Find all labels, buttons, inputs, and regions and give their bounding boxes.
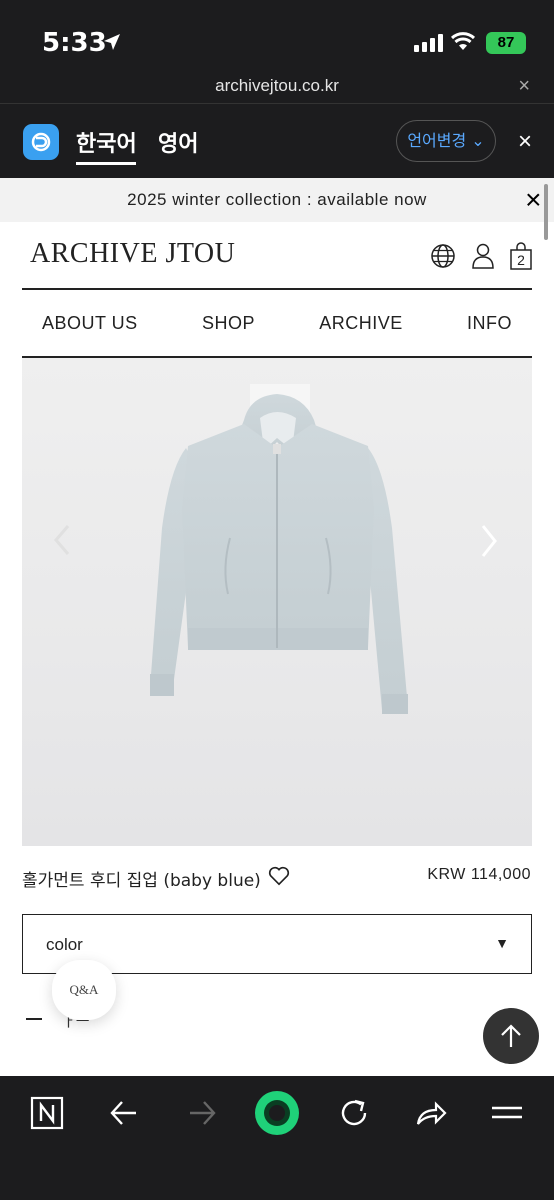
product-price: KRW 114,000	[427, 866, 531, 883]
translate-bar: 한국어 영어 언어변경 ⌄ ×	[0, 104, 554, 178]
arrow-up-icon	[501, 1024, 521, 1047]
qa-button[interactable]: Q&A	[52, 960, 116, 1020]
url-text: archivejtou.co.kr	[215, 76, 339, 95]
scrollbar[interactable]	[544, 184, 548, 240]
n-icon[interactable]	[30, 1096, 64, 1130]
forward-icon[interactable]	[186, 1096, 218, 1130]
language-change-button[interactable]: 언어변경 ⌄	[396, 120, 496, 162]
share-icon[interactable]	[414, 1096, 448, 1130]
refresh-icon[interactable]	[338, 1096, 370, 1130]
product-image[interactable]	[22, 358, 532, 846]
tab-korean[interactable]: 한국어	[76, 126, 137, 158]
record-icon[interactable]	[254, 1090, 300, 1136]
wifi-icon	[450, 32, 476, 50]
signal-icon	[414, 34, 443, 52]
nav-archive[interactable]: ARCHIVE	[319, 313, 403, 334]
browser-bottom-bar	[0, 1076, 554, 1200]
site-logo[interactable]: ARCHIVE JTOU	[30, 238, 235, 270]
cart-count: 2	[517, 252, 525, 268]
nav-about-us[interactable]: ABOUT US	[42, 313, 138, 334]
translate-close-button[interactable]: ×	[518, 128, 532, 156]
menu-icon[interactable]	[490, 1096, 524, 1130]
location-arrow-icon	[104, 34, 120, 50]
nav-shop[interactable]: SHOP	[202, 313, 255, 334]
announcement-close-button[interactable]: ×	[525, 178, 542, 222]
quantity-minus-icon[interactable]	[26, 1018, 42, 1020]
chevron-right-icon[interactable]	[478, 522, 500, 560]
hoodie-illustration	[150, 384, 408, 714]
status-time: 5:33	[42, 28, 107, 58]
product-name: 홀가먼트 후디 집업 (baby blue)	[22, 871, 261, 891]
prev-arrow-icon[interactable]	[52, 522, 72, 558]
announcement-text: 2025 winter collection : available now	[127, 190, 427, 209]
nav-info[interactable]: INFO	[467, 313, 512, 334]
user-icon[interactable]	[472, 242, 494, 270]
tab-english[interactable]: 영어	[158, 126, 198, 158]
back-icon[interactable]	[108, 1096, 140, 1130]
scroll-top-button[interactable]	[483, 1008, 539, 1064]
active-tab-underline	[76, 162, 136, 165]
heart-icon[interactable]	[268, 866, 290, 886]
announcement-banner: 2025 winter collection : available now ×	[0, 178, 554, 222]
status-bar: 5:33 87	[0, 0, 554, 74]
url-bar[interactable]: archivejtou.co.kr ×	[0, 74, 554, 104]
color-select-label: color	[46, 935, 83, 954]
battery-indicator: 87	[486, 32, 526, 54]
globe-icon[interactable]	[430, 242, 456, 270]
page: 5:33 87 archivejtou.co.kr × 한국어 영어 언어변경 …	[0, 0, 554, 1200]
main-nav: ABOUT US SHOP ARCHIVE INFO	[22, 290, 532, 356]
translate-logo-icon	[23, 124, 59, 160]
url-close-button[interactable]: ×	[518, 74, 530, 98]
dropdown-arrow-icon: ▼	[495, 935, 509, 951]
